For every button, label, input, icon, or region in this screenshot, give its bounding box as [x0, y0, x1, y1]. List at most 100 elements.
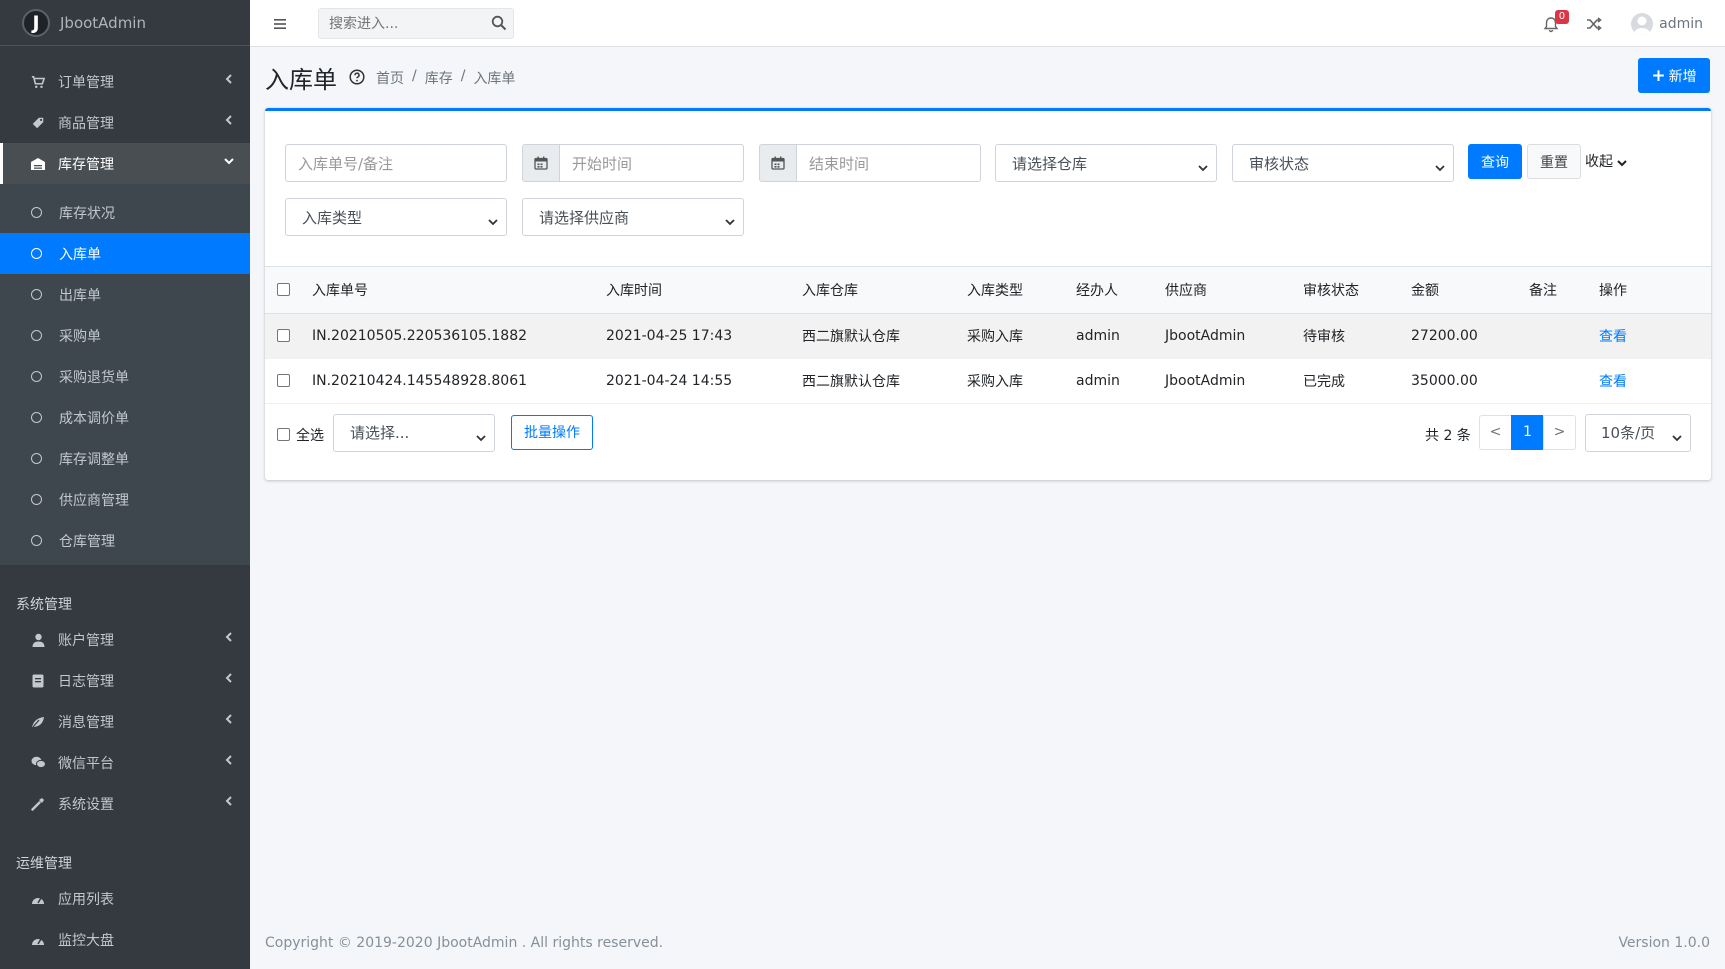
reset-button[interactable]: 重置: [1527, 144, 1581, 179]
page-footer: Copyright © 2019-2020 JbootAdmin . All r…: [265, 935, 1710, 951]
select-all-label[interactable]: 全选: [296, 425, 324, 445]
bulk-action-select[interactable]: 请选择...: [333, 413, 495, 452]
chevron-left-icon: [223, 713, 235, 725]
cell-remark: [1529, 313, 1599, 359]
keyword-input[interactable]: 入库单号/备注: [285, 144, 507, 182]
sidebar-nav: 订单管理 商品管理 库存管理 库存状况 入库单 出库单 采购单 采购退货单 成本…: [0, 46, 250, 960]
view-link[interactable]: 查看: [1599, 329, 1627, 345]
user-icon: [30, 632, 46, 648]
add-button-label: 新增: [1668, 68, 1697, 85]
filter-form: 入库单号/备注 开始时间 结束时间 请选择仓库 审核状态 查询 重置 收起 入库…: [265, 111, 1711, 267]
page-title: 入库单: [265, 66, 337, 94]
next-page-button[interactable]: >: [1543, 414, 1576, 450]
supplier-select[interactable]: 请选择供应商: [522, 198, 744, 236]
search-input[interactable]: [319, 9, 479, 38]
breadcrumb-stock[interactable]: 库存: [425, 68, 453, 88]
audit-status-select[interactable]: 审核状态: [1232, 144, 1454, 182]
brand[interactable]: J JbootAdmin: [0, 0, 250, 46]
query-button[interactable]: 查询: [1468, 144, 1522, 179]
cell-handler: admin: [1076, 358, 1165, 404]
warehouse-select-value: 请选择仓库: [1012, 154, 1088, 173]
sidebar-item-settings[interactable]: 系统设置: [0, 783, 250, 824]
notifications-button[interactable]: 0: [1539, 9, 1570, 36]
sidebar: J JbootAdmin 订单管理 商品管理 库存管理 库存状况 入库单 出库单…: [0, 0, 250, 969]
shuffle-icon[interactable]: [1585, 15, 1603, 33]
sidebar-item-stock-status[interactable]: 库存状况: [0, 192, 250, 233]
start-date-input[interactable]: 开始时间: [560, 144, 744, 182]
breadcrumb-current: 入库单: [473, 71, 516, 87]
sidebar-item-orders[interactable]: 订单管理: [0, 61, 250, 102]
warehouse-icon: [30, 156, 46, 172]
sidebar-item-accounts[interactable]: 账户管理: [0, 619, 250, 660]
sidebar-item-label: 出库单: [59, 287, 101, 304]
supplier-select-value: 请选择供应商: [539, 208, 630, 227]
sidebar-item-messages[interactable]: 消息管理: [0, 701, 250, 742]
avatar[interactable]: [1631, 12, 1654, 35]
sidebar-item-label: 消息管理: [58, 714, 114, 731]
view-link[interactable]: 查看: [1599, 374, 1627, 390]
select-all-footer-checkbox[interactable]: [277, 427, 290, 441]
sidebar-item-purchase-return[interactable]: 采购退货单: [0, 356, 250, 397]
table-row[interactable]: IN.20210424.145548928.8061 2021-04-24 14…: [265, 358, 1711, 404]
cell-remark: [1529, 358, 1599, 404]
sidebar-item-label: 监控大盘: [58, 932, 114, 949]
page-button[interactable]: 1: [1511, 414, 1544, 450]
inbound-type-select[interactable]: 入库类型: [285, 198, 507, 236]
sidebar-item-label: 采购单: [59, 328, 101, 345]
sidebar-item-wechat[interactable]: 微信平台: [0, 742, 250, 783]
sidebar-item-purchase[interactable]: 采购单: [0, 315, 250, 356]
prev-page-button[interactable]: <: [1479, 414, 1512, 450]
sidebar-item-suppliers[interactable]: 供应商管理: [0, 479, 250, 520]
help-icon[interactable]: [349, 69, 365, 85]
bulk-action-button[interactable]: 批量操作: [511, 414, 593, 450]
sidebar-item-label: 订单管理: [58, 74, 114, 91]
page-size-select[interactable]: 10条/页: [1585, 413, 1691, 452]
row-checkbox[interactable]: [277, 374, 290, 387]
breadcrumb-home[interactable]: 首页: [376, 68, 404, 88]
user-name[interactable]: admin: [1659, 16, 1703, 32]
sidebar-item-label: 库存调整单: [59, 451, 129, 468]
sidebar-item-products[interactable]: 商品管理: [0, 102, 250, 143]
warehouse-select[interactable]: 请选择仓库: [995, 144, 1217, 182]
search-icon[interactable]: [491, 15, 507, 31]
sidebar-item-cost-adjust[interactable]: 成本调价单: [0, 397, 250, 438]
end-date-input[interactable]: 结束时间: [797, 144, 981, 182]
table-row[interactable]: IN.20210505.220536105.1882 2021-04-25 17…: [265, 313, 1711, 359]
sidebar-item-stock-adjust[interactable]: 库存调整单: [0, 438, 250, 479]
breadcrumb-separator: /: [460, 68, 466, 84]
column-header: 入库时间: [606, 267, 802, 314]
top-right-tools: 0 admin: [1539, 8, 1703, 39]
breadcrumb-separator: /: [412, 68, 417, 84]
chevron-down-icon: [223, 155, 235, 167]
sidebar-item-label: 采购退货单: [59, 369, 129, 386]
sidebar-item-monitor[interactable]: 监控大盘: [0, 919, 250, 960]
page-size-value: 10条/页: [1601, 424, 1656, 442]
cell-type: 采购入库: [967, 358, 1076, 404]
dashboard-icon: [30, 932, 46, 948]
calendar-icon: [522, 144, 560, 182]
chevron-down-icon: [488, 213, 498, 226]
sidebar-item-stock[interactable]: 库存管理: [0, 143, 250, 184]
cell-no: IN.20210424.145548928.8061: [312, 358, 606, 404]
add-button[interactable]: + 新增: [1638, 58, 1710, 93]
cell-warehouse: 西二旗默认仓库: [802, 313, 967, 359]
total-count: 共 2 条: [1425, 427, 1471, 444]
sidebar-item-inbound[interactable]: 入库单: [0, 233, 250, 274]
sidebar-item-warehouses[interactable]: 仓库管理: [0, 520, 250, 561]
calendar-icon: [759, 144, 797, 182]
circle-icon: [31, 330, 42, 341]
select-all-checkbox[interactable]: [277, 283, 290, 297]
column-header: 入库仓库: [802, 267, 967, 314]
sidebar-item-label: 微信平台: [58, 755, 114, 772]
row-checkbox[interactable]: [277, 329, 290, 342]
tag-icon: [30, 115, 46, 131]
copyright: Copyright © 2019-2020 JbootAdmin . All r…: [265, 935, 664, 951]
collapse-toggle[interactable]: 收起: [1585, 151, 1627, 171]
wrench-icon: [30, 796, 46, 812]
sidebar-item-app-list[interactable]: 应用列表: [0, 878, 250, 919]
hamburger-icon[interactable]: [272, 16, 288, 32]
sidebar-item-outbound[interactable]: 出库单: [0, 274, 250, 315]
plus-icon: +: [1651, 65, 1666, 86]
sidebar-item-logs[interactable]: 日志管理: [0, 660, 250, 701]
cell-status: 已完成: [1303, 358, 1411, 404]
